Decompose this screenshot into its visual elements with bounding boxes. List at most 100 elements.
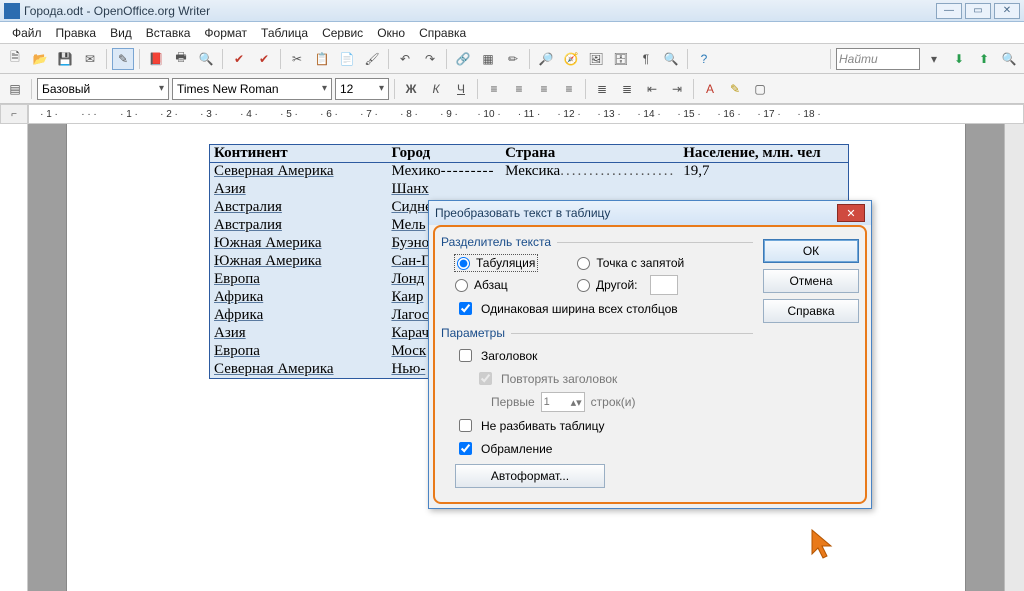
decrease-indent-icon[interactable]: ⇤	[641, 78, 663, 100]
label-first: Первые	[491, 395, 535, 409]
print-icon[interactable]: 🖶	[170, 48, 192, 70]
ok-button[interactable]: ОК	[763, 239, 859, 263]
help-icon[interactable]: ?	[693, 48, 715, 70]
numbered-list-icon[interactable]: ≣	[591, 78, 613, 100]
horizontal-ruler[interactable]: · 1 ·· · · · 1 ·· 2 · · 3 ·· 4 · · 5 ·· …	[28, 104, 1024, 124]
redo-icon[interactable]: ↷	[419, 48, 441, 70]
edit-icon[interactable]: ✎	[112, 48, 134, 70]
highlight-icon[interactable]: ✎	[724, 78, 746, 100]
increase-indent-icon[interactable]: ⇥	[666, 78, 688, 100]
find-all-icon[interactable]: 🔍	[998, 48, 1020, 70]
menu-help[interactable]: Справка	[413, 24, 472, 42]
gallery-icon[interactable]: 🖼	[585, 48, 607, 70]
paragraph-style-select[interactable]: Базовый	[37, 78, 169, 100]
spellcheck-icon[interactable]: ✔	[228, 48, 250, 70]
checkbox-equal-width[interactable]	[459, 302, 472, 315]
font-name-select[interactable]: Times New Roman	[172, 78, 332, 100]
separator	[388, 49, 389, 69]
radio-semicolon-input[interactable]	[577, 257, 590, 270]
zoom-icon[interactable]: 🔍	[660, 48, 682, 70]
table-cell: Африка	[210, 307, 388, 325]
align-left-icon[interactable]: ≡	[483, 78, 505, 100]
align-right-icon[interactable]: ≡	[533, 78, 555, 100]
vertical-scrollbar[interactable]	[1004, 124, 1024, 591]
datasources-icon[interactable]: 🗄	[610, 48, 632, 70]
fieldset-params: Параметры Заголовок Повторять заголовок …	[441, 326, 753, 488]
cut-icon[interactable]: ✂	[286, 48, 308, 70]
find-next-icon[interactable]: ⬇	[948, 48, 970, 70]
col-city: Город	[387, 145, 501, 163]
bullet-list-icon[interactable]: ≣	[616, 78, 638, 100]
preview-icon[interactable]: 🔍	[195, 48, 217, 70]
align-center-icon[interactable]: ≡	[508, 78, 530, 100]
radio-other[interactable]: Другой:	[577, 275, 678, 295]
bold-icon[interactable]: Ж	[400, 78, 422, 100]
cancel-button[interactable]: Отмена	[763, 269, 859, 293]
open-icon[interactable]: 📂	[29, 48, 51, 70]
menu-file[interactable]: Файл	[6, 24, 48, 42]
save-icon[interactable]: 💾	[54, 48, 76, 70]
font-color-icon[interactable]: A	[699, 78, 721, 100]
table-cell: Южная Америка	[210, 235, 388, 253]
close-button[interactable]: ✕	[994, 3, 1020, 19]
find-dropdown-icon[interactable]: ▾	[923, 48, 945, 70]
radio-other-input[interactable]	[577, 279, 590, 292]
radio-paragraph-input[interactable]	[455, 279, 468, 292]
navigator-icon[interactable]: 🧭	[560, 48, 582, 70]
undo-icon[interactable]: ↶	[394, 48, 416, 70]
table-header-row: Континент Город Страна Население, млн. ч…	[210, 145, 849, 163]
background-color-icon[interactable]: ▢	[749, 78, 771, 100]
dialog-titlebar[interactable]: Преобразовать текст в таблицу ✕	[429, 201, 871, 225]
new-icon[interactable]: 🗎	[4, 48, 26, 70]
menu-view[interactable]: Вид	[104, 24, 138, 42]
menu-table[interactable]: Таблица	[255, 24, 314, 42]
italic-icon[interactable]: К	[425, 78, 447, 100]
table-cell: Австралия	[210, 199, 388, 217]
ruler-row: ⌐ · 1 ·· · · · 1 ·· 2 · · 3 ·· 4 · · 5 ·…	[0, 104, 1024, 124]
radio-semicolon[interactable]: Точка с запятой	[577, 256, 684, 270]
email-icon[interactable]: ✉	[79, 48, 101, 70]
drawing-icon[interactable]: ✏	[502, 48, 524, 70]
menu-tools[interactable]: Сервис	[316, 24, 369, 42]
table-row: АзияШанх	[210, 181, 849, 199]
menu-edit[interactable]: Правка	[50, 24, 103, 42]
close-icon[interactable]: ✕	[837, 204, 865, 222]
underline-icon[interactable]: Ч	[450, 78, 472, 100]
align-justify-icon[interactable]: ≡	[558, 78, 580, 100]
label-border: Обрамление	[481, 442, 552, 456]
font-size-select[interactable]: 12	[335, 78, 389, 100]
table-cell: Австралия	[210, 217, 388, 235]
autoformat-button[interactable]: Автоформат...	[455, 464, 605, 488]
paste-icon[interactable]: 📄	[336, 48, 358, 70]
vertical-ruler[interactable]	[0, 124, 28, 591]
radio-tab[interactable]: Табуляция	[455, 255, 537, 271]
col-country: Страна	[501, 145, 679, 163]
export-pdf-icon[interactable]: 📕	[145, 48, 167, 70]
nonprinting-icon[interactable]: ¶	[635, 48, 657, 70]
table-cell	[501, 181, 679, 199]
findreplace-icon[interactable]: 🔎	[535, 48, 557, 70]
format-paint-icon[interactable]: 🖌	[361, 48, 383, 70]
find-prev-icon[interactable]: ⬆	[973, 48, 995, 70]
minimize-button[interactable]: —	[936, 3, 962, 19]
menu-insert[interactable]: Вставка	[140, 24, 197, 42]
fieldset-label: Разделитель текста	[441, 235, 753, 249]
copy-icon[interactable]: 📋	[311, 48, 333, 70]
menu-format[interactable]: Формат	[198, 24, 253, 42]
checkbox-heading[interactable]	[459, 349, 472, 362]
menu-window[interactable]: Окно	[371, 24, 411, 42]
separator	[477, 79, 478, 99]
radio-tab-input[interactable]	[457, 257, 470, 270]
help-button[interactable]: Справка	[763, 299, 859, 323]
checkbox-border[interactable]	[459, 442, 472, 455]
table-cell: Азия	[210, 325, 388, 343]
find-input[interactable]: Найти	[836, 48, 920, 70]
checkbox-no-split[interactable]	[459, 419, 472, 432]
other-char-input[interactable]	[650, 275, 678, 295]
hyperlink-icon[interactable]: 🔗	[452, 48, 474, 70]
autospell-icon[interactable]: ✔	[253, 48, 275, 70]
maximize-button[interactable]: ▭	[965, 3, 991, 19]
styles-icon[interactable]: ▤	[4, 78, 26, 100]
table-icon[interactable]: ▦	[477, 48, 499, 70]
radio-paragraph[interactable]: Абзац	[455, 278, 537, 292]
